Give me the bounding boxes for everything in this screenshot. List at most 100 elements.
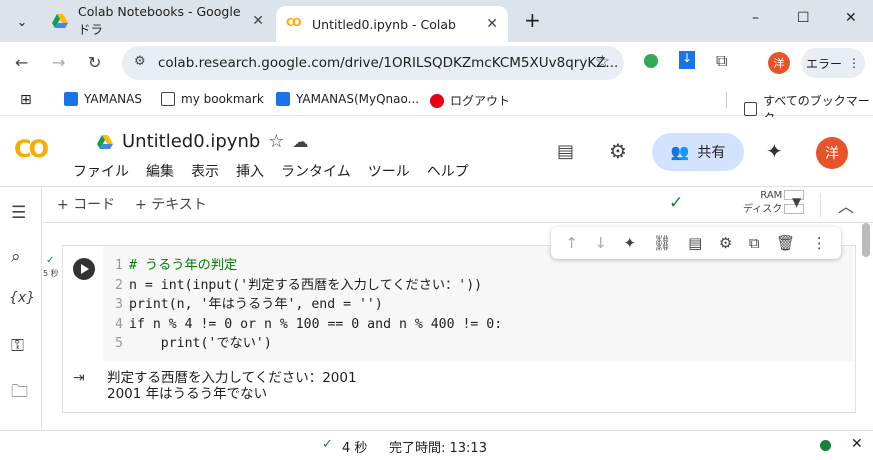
move-down-icon[interactable]: ↓ <box>594 234 607 252</box>
url-field[interactable]: ⚙ colab.research.google.com/drive/1ORILS… <box>122 46 624 80</box>
close-window-button[interactable]: ✕ <box>845 10 857 26</box>
gemini-icon[interactable]: ✦ <box>623 234 636 252</box>
notebook-title-text[interactable]: Untitled0.ipynb <box>122 131 260 152</box>
mirror-cell-icon[interactable]: ⧉ <box>749 234 760 252</box>
mufg-icon <box>430 93 444 108</box>
status-exec-time: 4 秒 <box>342 441 368 456</box>
maximize-button[interactable]: ☐ <box>797 10 810 26</box>
notebook-title: Untitled0.ipynb ☆ ☁ <box>96 131 308 152</box>
menu-runtime[interactable]: ランタイム <box>281 161 351 181</box>
bookmark-folder[interactable]: my bookmark <box>161 92 264 106</box>
run-cell-button[interactable] <box>73 258 95 280</box>
folder-icon <box>161 92 175 106</box>
menu-insert[interactable]: 挿入 <box>236 161 264 181</box>
people-icon: 👥 <box>670 143 690 161</box>
minimize-button[interactable]: – <box>752 10 759 26</box>
settings-icon[interactable]: ⚙ <box>609 139 627 163</box>
puzzle-icon[interactable]: ⧉ <box>716 51 727 71</box>
bookmark-label: YAMANAS <box>84 92 142 106</box>
menu-bar: ファイル 編集 表示 挿入 ランタイム ツール ヘルプ <box>73 161 469 181</box>
toc-icon[interactable]: ☰ <box>11 203 26 223</box>
back-icon[interactable]: ← <box>15 53 28 72</box>
line-number: 3 <box>115 297 123 312</box>
page-scrollbar[interactable] <box>862 223 870 257</box>
more-icon[interactable]: ⋮ <box>812 234 827 252</box>
output-icon[interactable]: ⇥ <box>73 370 85 386</box>
error-button[interactable]: エラー ⋮ <box>801 48 865 78</box>
code-cell[interactable]: 1 # うるう年の判定 2 n = int(input('判定する西暦を入力してくだ… <box>62 245 856 413</box>
runtime-dropdown-icon[interactable]: ▼ <box>792 195 801 209</box>
cloud-saved-icon[interactable]: ☁ <box>292 132 308 151</box>
code-line: # うるう年の判定 <box>129 258 238 273</box>
status-bar: ✓ 4 秒 完了時間: 13:13 ✕ <box>0 430 873 460</box>
forward-icon[interactable]: → <box>52 53 65 72</box>
delete-icon[interactable]: 🗑 <box>776 234 795 252</box>
address-bar-row: ← → ↻ ⚙ colab.research.google.com/drive/… <box>0 42 873 86</box>
bookmark-favicon <box>64 92 78 106</box>
code-line: print('でない') <box>129 336 272 351</box>
files-folder-icon[interactable]: 🗀 <box>11 379 28 408</box>
error-label: エラー <box>805 56 842 71</box>
bookmark-yamanas[interactable]: YAMANAS <box>64 92 142 106</box>
colab-header: CO Untitled0.ipynb ☆ ☁ ファイル 編集 表示 挿入 ランタ… <box>0 117 873 187</box>
comment-icon[interactable]: ▤ <box>688 234 702 252</box>
colab-icon: CO <box>286 16 301 29</box>
move-up-icon[interactable]: ↑ <box>565 234 578 252</box>
output-line: 判定する西暦を入力してください：2001 <box>107 370 357 386</box>
add-text-button[interactable]: + テキスト <box>135 194 207 214</box>
divider <box>820 193 821 217</box>
settings-icon[interactable]: ⚙ <box>719 234 732 252</box>
bookmark-label: my bookmark <box>181 92 264 106</box>
more-icon: ⋮ <box>848 56 860 70</box>
colab-logo[interactable]: CO <box>14 135 49 163</box>
chevron-down-icon: ⌄ <box>16 13 28 29</box>
user-avatar[interactable]: 洋 <box>816 137 848 169</box>
close-tab-icon[interactable]: ✕ <box>252 13 264 29</box>
close-icon[interactable]: ✕ <box>851 436 863 452</box>
find-icon[interactable]: ⌕ <box>11 247 21 267</box>
new-tab-button[interactable]: + <box>524 8 541 32</box>
menu-edit[interactable]: 編集 <box>146 161 174 181</box>
tab-label: Colab Notebooks - Google ドラ <box>78 4 241 37</box>
tab-list-button[interactable]: ⌄ <box>8 6 36 36</box>
tab-colab-notebooks[interactable]: Colab Notebooks - Google ドラ ✕ <box>42 4 274 37</box>
status-completed: 完了時間: 13:13 <box>389 441 487 456</box>
url-text: colab.research.google.com/drive/1ORILSQD… <box>158 55 619 71</box>
link-icon[interactable]: ⛓ <box>653 234 672 252</box>
code-line: n = int(input('判定する西暦を入力してください：')) <box>129 277 483 293</box>
profile-avatar[interactable]: 洋 <box>768 52 790 74</box>
star-icon[interactable]: ☆ <box>595 52 610 72</box>
add-code-button[interactable]: + コード <box>57 194 115 214</box>
line-number: 5 <box>115 336 123 351</box>
menu-view[interactable]: 表示 <box>191 161 219 181</box>
close-tab-icon[interactable]: ✕ <box>486 16 498 32</box>
star-icon[interactable]: ☆ <box>268 131 284 152</box>
output-line: 2001 年はうるう年でない <box>107 386 268 402</box>
menu-tools[interactable]: ツール <box>368 161 410 181</box>
menu-file[interactable]: ファイル <box>73 161 129 181</box>
apps-icon[interactable]: ⊞ <box>20 92 32 108</box>
extension-icon[interactable] <box>644 54 658 68</box>
menu-help[interactable]: ヘルプ <box>427 161 469 181</box>
tab-label: Untitled0.ipynb - Colab <box>312 16 456 32</box>
cell-output: 判定する西暦を入力してください：2001 2001 年はうるう年でない <box>107 370 357 402</box>
variables-icon[interactable]: {x} <box>9 290 35 306</box>
cell-toolbar: ↑ ↓ ✦ ⛓ ▤ ⚙ ⧉ 🗑 ⋮ <box>551 227 841 259</box>
gemini-icon[interactable]: ✦ <box>766 139 783 163</box>
secrets-key-icon[interactable]: ⚿ <box>11 336 24 356</box>
bookmarks-bar: ⊞ YAMANAS my bookmark YAMANAS(MyQnao... … <box>0 86 873 125</box>
site-info-icon[interactable]: ⚙ <box>134 54 146 69</box>
bookmark-logout[interactable]: ログアウト <box>430 92 510 109</box>
google-drive-icon[interactable] <box>96 134 114 150</box>
reload-icon[interactable]: ↻ <box>88 53 101 72</box>
line-number: 1 <box>115 258 123 273</box>
download-icon[interactable]: ↓ <box>679 51 695 69</box>
comment-icon[interactable]: ▤ <box>557 141 574 162</box>
tab-untitled0[interactable]: CO Untitled0.ipynb - Colab ✕ <box>276 6 508 42</box>
share-button[interactable]: 👥 共有 <box>652 133 744 171</box>
code-line: if n % 4 != 0 or n % 100 == 0 and n % 40… <box>129 316 503 332</box>
bookmark-yamanas-myqnao[interactable]: YAMANAS(MyQnao... <box>276 92 419 106</box>
code-editor[interactable]: 1 # うるう年の判定 2 n = int(input('判定する西暦を入力してくだ… <box>103 246 853 361</box>
line-number: 2 <box>115 277 123 293</box>
collapse-icon[interactable]: ︿ <box>838 193 854 217</box>
